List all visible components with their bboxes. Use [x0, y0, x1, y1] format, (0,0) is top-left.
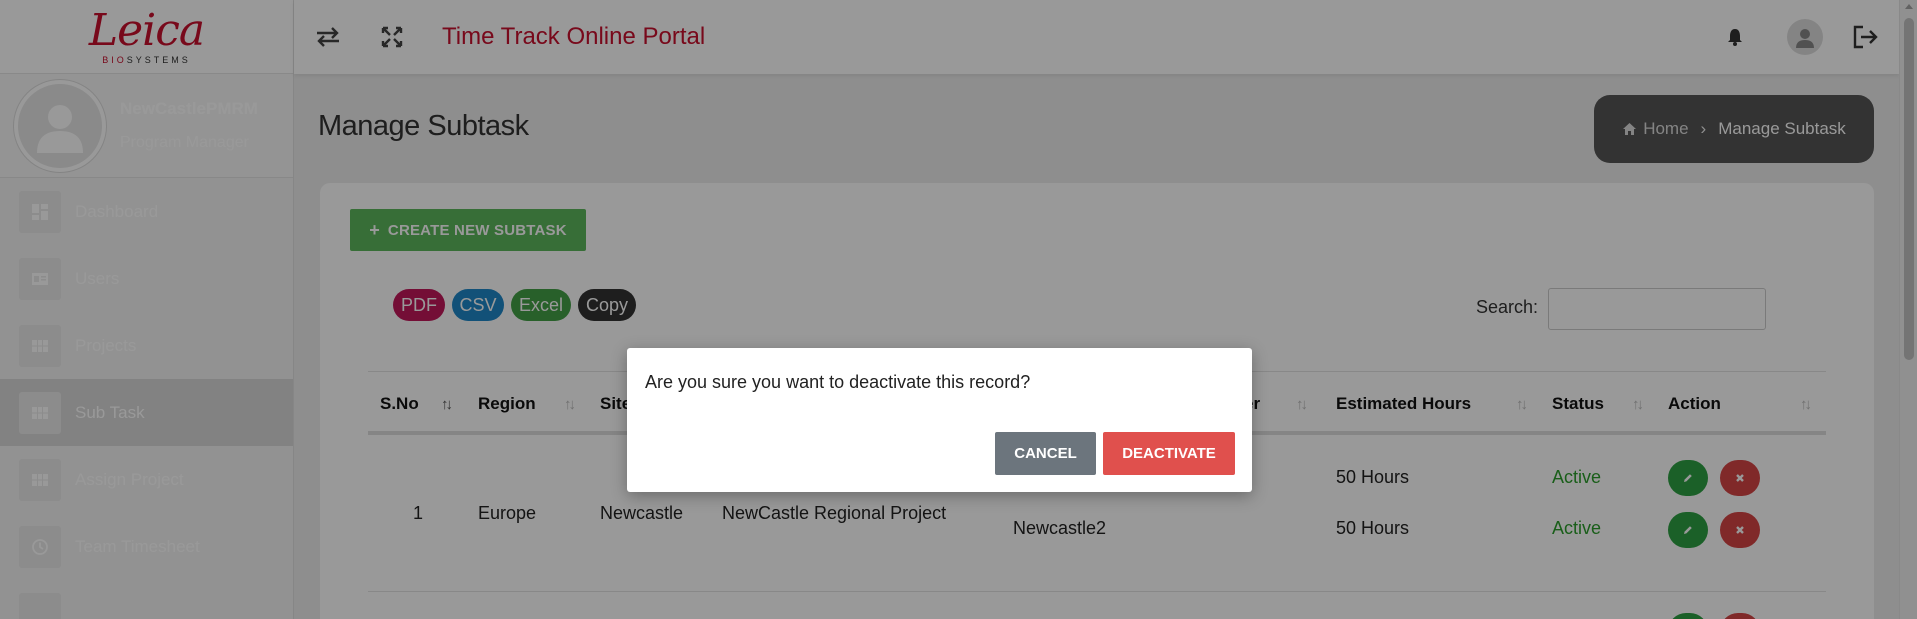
dialog-message: Are you sure you want to deactivate this… [645, 372, 1031, 392]
deactivate-confirm-button[interactable]: DEACTIVATE [1103, 432, 1235, 475]
confirm-deactivate-dialog: Are you sure you want to deactivate this… [627, 348, 1252, 492]
cancel-button[interactable]: CANCEL [995, 432, 1096, 475]
modal-overlay[interactable] [0, 0, 1917, 619]
